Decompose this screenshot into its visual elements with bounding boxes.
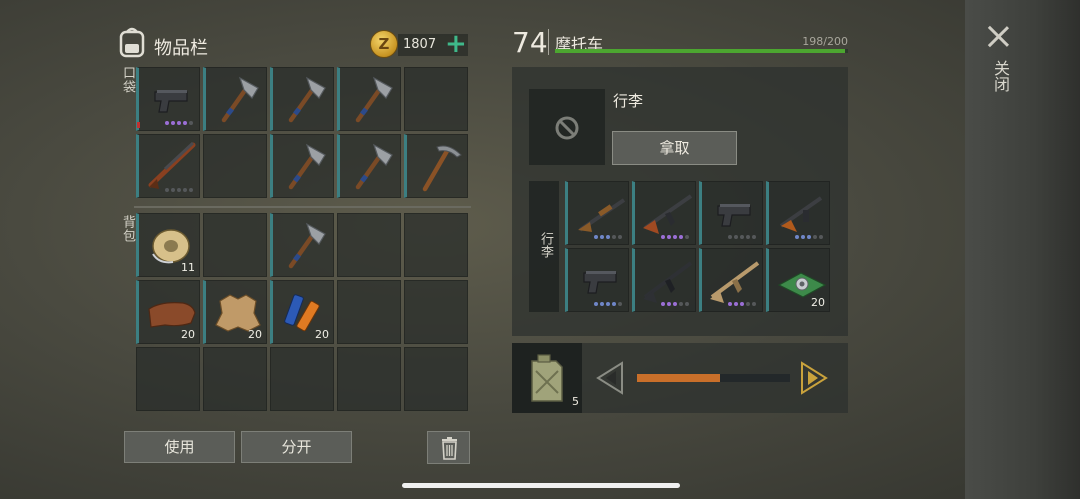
fuel-transfer-slider[interactable] — [637, 374, 790, 382]
vehicle-hp-fill — [555, 49, 846, 53]
split-button[interactable]: 分开 — [241, 431, 352, 463]
close-icon[interactable] — [986, 24, 1010, 48]
pocket-slot[interactable] — [337, 67, 401, 131]
section-divider — [134, 206, 471, 208]
backpack-slot[interactable] — [404, 280, 468, 344]
pocket-slot[interactable] — [136, 67, 200, 131]
cargo-image-slot — [529, 89, 605, 165]
pocket-slot[interactable] — [203, 67, 267, 131]
cargo-slot[interactable] — [699, 181, 763, 245]
cargo-slot[interactable] — [632, 181, 696, 245]
hatchet-icon — [221, 76, 259, 123]
backpack-slot[interactable] — [404, 213, 468, 277]
use-button[interactable]: 使用 — [124, 431, 235, 463]
cargo-side-label: 行李 — [538, 232, 553, 258]
pocket-slot[interactable] — [136, 134, 200, 198]
backpack-slot[interactable] — [270, 213, 334, 277]
side-panel — [965, 0, 1080, 499]
cargo-title: 行李 — [613, 92, 644, 110]
item-count: 20 — [248, 328, 262, 341]
close-label[interactable]: 关闭 — [987, 60, 1010, 92]
cargo-slot[interactable] — [632, 248, 696, 312]
hatchet-icon — [355, 143, 393, 190]
trash-button[interactable] — [427, 431, 470, 464]
pocket-slot[interactable] — [270, 134, 334, 198]
cargo-slot[interactable]: 20 — [766, 248, 830, 312]
durability-dots — [165, 188, 193, 192]
cargo-slot[interactable] — [699, 248, 763, 312]
no-entry-icon — [555, 116, 579, 140]
fuel-transfer-fill — [637, 374, 720, 382]
coin-amount: 1807 — [403, 37, 437, 52]
home-indicator — [402, 483, 680, 488]
backpack-slot[interactable] — [404, 347, 468, 411]
backpack-slot[interactable] — [270, 347, 334, 411]
durability-dots — [728, 302, 756, 306]
trash-icon — [442, 437, 457, 460]
backpack-slot[interactable] — [337, 347, 401, 411]
hatchet-icon — [288, 143, 326, 190]
cargo-slot[interactable] — [766, 181, 830, 245]
pocket-slot[interactable] — [337, 134, 401, 198]
backpack-label: 背包 — [120, 215, 135, 243]
backpack-slot[interactable] — [203, 347, 267, 411]
arrow-left-icon[interactable] — [594, 361, 626, 395]
durability-dots — [661, 235, 689, 239]
durability-dots — [661, 302, 689, 306]
hatchet-icon — [288, 222, 326, 269]
cargo-slot[interactable] — [565, 181, 629, 245]
durability-dots — [165, 121, 193, 125]
hatchet-icon — [288, 76, 326, 123]
hatchet-icon — [355, 76, 393, 123]
item-count: 20 — [181, 328, 195, 341]
pocket-slot[interactable] — [203, 134, 267, 198]
pocket-label: 口袋 — [120, 66, 135, 94]
pickaxe-icon — [422, 145, 462, 192]
durability-dots — [594, 235, 622, 239]
backpack-slot[interactable]: 20 — [270, 280, 334, 344]
backpack-slot[interactable]: 20 — [136, 280, 200, 344]
durability-dots — [728, 235, 756, 239]
vehicle-level: 74 — [512, 26, 548, 59]
backpack-slot[interactable] — [337, 280, 401, 344]
item-count: 20 — [315, 328, 329, 341]
backpack-slot[interactable] — [337, 213, 401, 277]
backpack-slot[interactable]: 20 — [203, 280, 267, 344]
coin-icon: Z — [370, 30, 398, 58]
backpack-icon — [119, 27, 145, 58]
inventory-title: 物品栏 — [154, 38, 208, 59]
take-button[interactable]: 拿取 — [612, 131, 737, 165]
vehicle-hp-text: 198/200 — [802, 35, 848, 48]
item-count: 20 — [811, 296, 825, 309]
pocket-slot[interactable] — [404, 134, 468, 198]
arrow-right-icon[interactable] — [798, 361, 830, 395]
add-coins-button[interactable]: + — [445, 31, 467, 57]
cargo-slot[interactable] — [565, 248, 629, 312]
fuel-count: 5 — [572, 395, 579, 408]
backpack-slot[interactable]: 11 — [136, 213, 200, 277]
durability-dots — [795, 235, 823, 239]
backpack-slot[interactable] — [136, 347, 200, 411]
equipped-marker — [137, 122, 140, 128]
vehicle-hp-bar — [555, 49, 848, 53]
backpack-slot[interactable] — [203, 213, 267, 277]
pocket-slot[interactable] — [270, 67, 334, 131]
pocket-slot[interactable] — [404, 67, 468, 131]
durability-dots — [594, 302, 622, 306]
header-separator — [548, 29, 549, 55]
item-count: 11 — [181, 261, 195, 274]
